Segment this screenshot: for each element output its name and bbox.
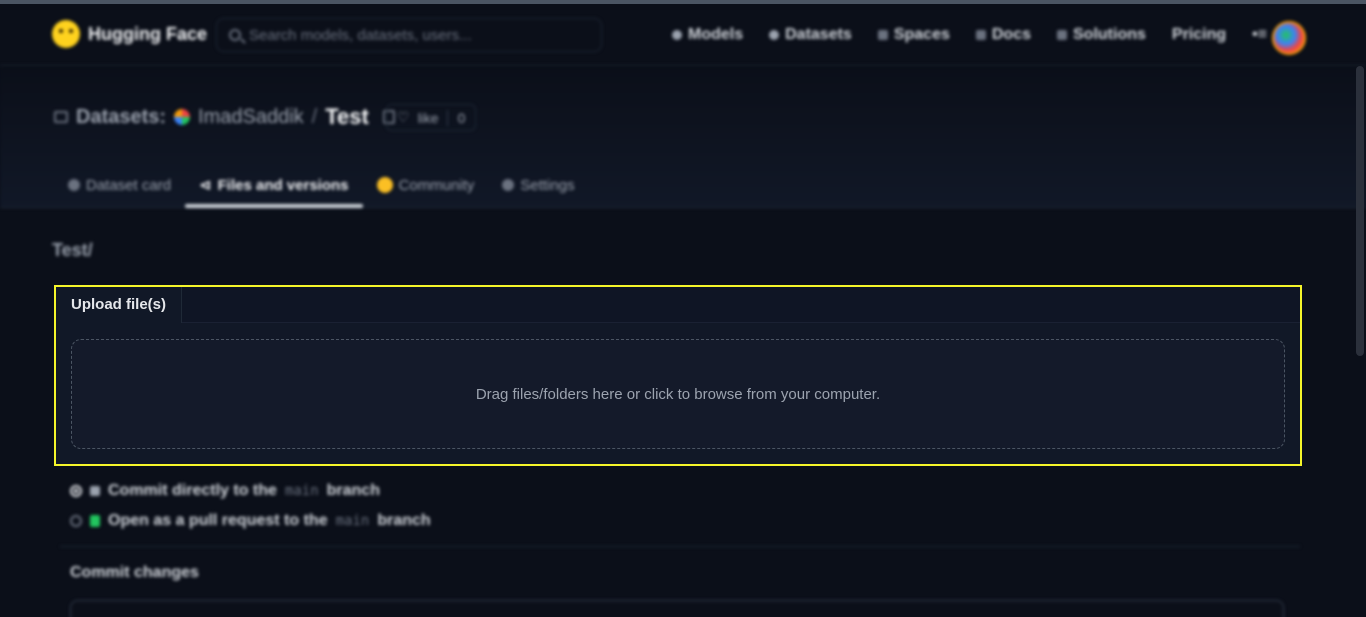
nav-solutions[interactable]: Solutions xyxy=(1057,26,1146,44)
hugging-face-logo-icon xyxy=(52,20,80,48)
more-menu-icon: •≡ xyxy=(1252,26,1268,43)
dropzone-text: Drag files/folders here or click to brow… xyxy=(475,385,881,403)
nav-datasets[interactable]: Datasets xyxy=(769,26,852,44)
like-label: like xyxy=(417,109,439,126)
nav-pricing-label: Pricing xyxy=(1171,26,1227,43)
datasets-icon xyxy=(769,30,780,40)
nav-docs-label: Docs xyxy=(991,26,1031,43)
main-nav: Models Datasets Spaces Docs Solutions Pr… xyxy=(672,26,1267,44)
commit-changes-title: Commit changes xyxy=(70,564,199,581)
docs-icon xyxy=(975,30,986,40)
heart-icon: ♡ xyxy=(397,109,410,125)
pr-branch-suffix: branch xyxy=(377,512,431,529)
top-navbar: Hugging Face Search models, datasets, us… xyxy=(0,4,1366,66)
commit-section: Commit directly to the main branch Open … xyxy=(60,472,1300,617)
brand-logo-link[interactable]: Hugging Face xyxy=(52,20,207,48)
nav-solutions-label: Solutions xyxy=(1073,26,1146,43)
solutions-icon xyxy=(1057,30,1067,40)
commit-icon xyxy=(90,486,100,496)
commit-message-input[interactable] xyxy=(70,600,1284,617)
nav-more-menu[interactable]: •≡ xyxy=(1252,26,1267,44)
repo-separator: / xyxy=(311,105,318,128)
commit-direct-option[interactable]: Commit directly to the main branch xyxy=(70,482,380,500)
upload-tabbar: Upload file(s) xyxy=(56,287,1300,323)
like-count: 0 xyxy=(446,109,465,126)
files-icon: ⊲ xyxy=(199,177,212,194)
open-pr-radio[interactable] xyxy=(70,515,82,527)
commit-divider xyxy=(60,546,1300,547)
nav-datasets-label: Datasets xyxy=(785,26,852,43)
search-placeholder: Search models, datasets, users... xyxy=(249,26,472,44)
tab-settings-label: Settings xyxy=(520,176,575,194)
pr-branch-name-code: main xyxy=(335,513,370,529)
repo-tabs: Dataset card ⊲ Files and versions Communi… xyxy=(54,170,589,208)
nav-spaces-label: Spaces xyxy=(893,26,950,43)
nav-pricing[interactable]: Pricing xyxy=(1172,26,1226,44)
nav-spaces[interactable]: Spaces xyxy=(877,26,950,44)
models-icon xyxy=(672,30,682,40)
repo-name-link[interactable]: Test xyxy=(325,104,369,130)
search-input[interactable]: Search models, datasets, users... xyxy=(216,18,602,52)
nav-models[interactable]: Models xyxy=(672,26,743,44)
brand-name: Hugging Face xyxy=(88,23,208,44)
dataset-card-icon xyxy=(68,179,80,191)
repo-kind: Datasets: xyxy=(76,105,167,128)
tab-community-label: Community xyxy=(398,176,475,194)
tab-dataset-card-label: Dataset card xyxy=(86,176,172,194)
tab-files-and-versions[interactable]: ⊲ Files and versions xyxy=(185,170,363,208)
tab-settings[interactable]: Settings xyxy=(488,170,588,208)
upload-panel: Upload file(s) Drag files/folders here o… xyxy=(54,285,1302,466)
page-scrollbar[interactable] xyxy=(1356,66,1364,356)
tab-community[interactable]: Community xyxy=(363,170,489,208)
repo-title: Datasets: ImadSaddik / Test xyxy=(54,104,395,130)
open-pr-text: Open as a pull request to the xyxy=(108,512,328,529)
like-button[interactable]: ♡ like 0 xyxy=(386,104,477,131)
pull-request-icon xyxy=(90,515,100,527)
spaces-icon xyxy=(877,30,888,40)
branch-name-code: main xyxy=(284,483,319,499)
commit-direct-text: Commit directly to the xyxy=(108,482,277,499)
open-pr-option[interactable]: Open as a pull request to the main branc… xyxy=(70,512,431,530)
search-icon xyxy=(229,29,241,41)
dataset-icon xyxy=(54,111,68,123)
branch-suffix: branch xyxy=(326,482,380,499)
file-dropzone[interactable]: Drag files/folders here or click to brow… xyxy=(71,339,1285,449)
owner-avatar-icon xyxy=(174,109,191,125)
commit-direct-radio[interactable] xyxy=(70,485,82,497)
breadcrumb-path[interactable]: Test/ xyxy=(52,240,93,261)
gear-icon xyxy=(502,179,515,191)
upload-files-tab[interactable]: Upload file(s) xyxy=(56,287,183,323)
user-avatar[interactable] xyxy=(1272,21,1306,55)
nav-docs[interactable]: Docs xyxy=(975,26,1031,44)
nav-models-label: Models xyxy=(688,26,744,43)
community-icon xyxy=(376,177,393,193)
tab-files-label: Files and versions xyxy=(217,176,349,194)
repo-owner-link[interactable]: ImadSaddik xyxy=(198,106,304,129)
tab-dataset-card[interactable]: Dataset card xyxy=(54,170,185,208)
